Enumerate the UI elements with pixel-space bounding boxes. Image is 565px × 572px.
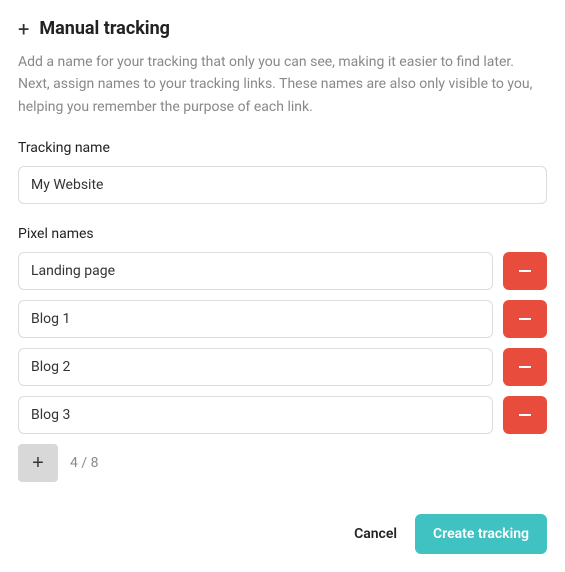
plus-icon: +	[32, 452, 44, 475]
plus-icon: +	[18, 19, 29, 39]
pixel-name-input[interactable]	[18, 300, 493, 338]
create-tracking-button[interactable]: Create tracking	[415, 514, 547, 554]
tracking-name-label: Tracking name	[18, 140, 547, 156]
pixel-row	[18, 348, 547, 386]
dialog-footer: Cancel Create tracking	[18, 514, 547, 554]
pixel-names-list	[18, 252, 547, 434]
minus-icon	[518, 408, 532, 422]
pixel-name-input[interactable]	[18, 396, 493, 434]
pixel-names-label: Pixel names	[18, 226, 547, 242]
dialog-description: Add a name for your tracking that only y…	[18, 51, 547, 118]
minus-icon	[518, 312, 532, 326]
pixel-counter: 4 / 8	[70, 455, 98, 471]
dialog-title: Manual tracking	[39, 18, 170, 39]
remove-pixel-button[interactable]	[503, 300, 547, 338]
tracking-name-input[interactable]	[18, 166, 547, 204]
cancel-button[interactable]: Cancel	[354, 526, 397, 542]
add-pixel-button[interactable]: +	[18, 444, 58, 482]
remove-pixel-button[interactable]	[503, 252, 547, 290]
pixel-name-input[interactable]	[18, 252, 493, 290]
minus-icon	[518, 360, 532, 374]
remove-pixel-button[interactable]	[503, 396, 547, 434]
minus-icon	[518, 264, 532, 278]
pixel-row	[18, 252, 547, 290]
pixel-row	[18, 396, 547, 434]
pixel-name-input[interactable]	[18, 348, 493, 386]
pixel-row	[18, 300, 547, 338]
remove-pixel-button[interactable]	[503, 348, 547, 386]
dialog-header: + Manual tracking	[18, 18, 547, 39]
add-pixel-row: + 4 / 8	[18, 444, 547, 482]
